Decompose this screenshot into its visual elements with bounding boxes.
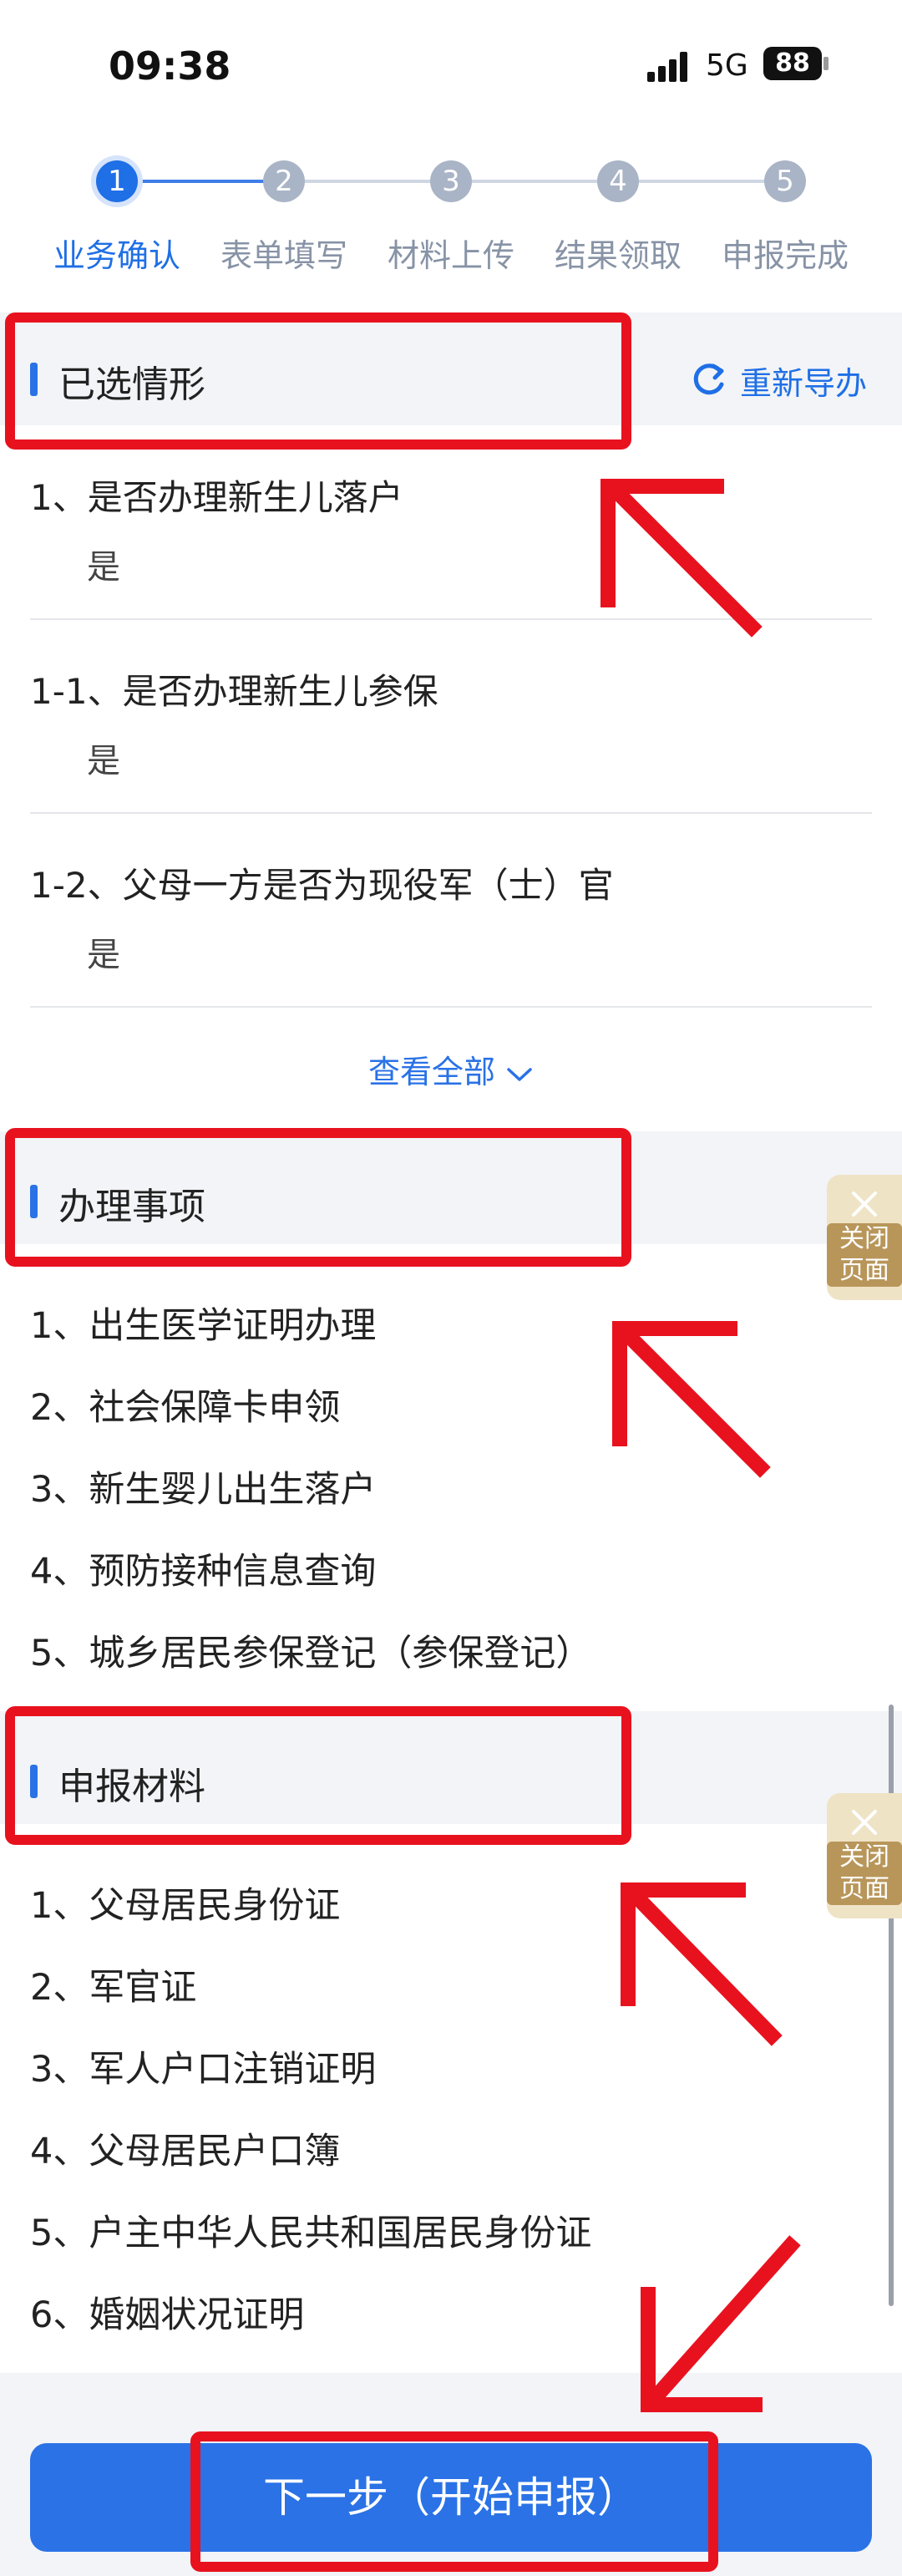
annotation-arrows xyxy=(600,479,801,2412)
arrow-icon xyxy=(644,2235,801,2409)
arrow-icon xyxy=(626,1886,783,2046)
arrow-icon xyxy=(607,482,763,638)
arrow-icon xyxy=(617,1324,771,1478)
